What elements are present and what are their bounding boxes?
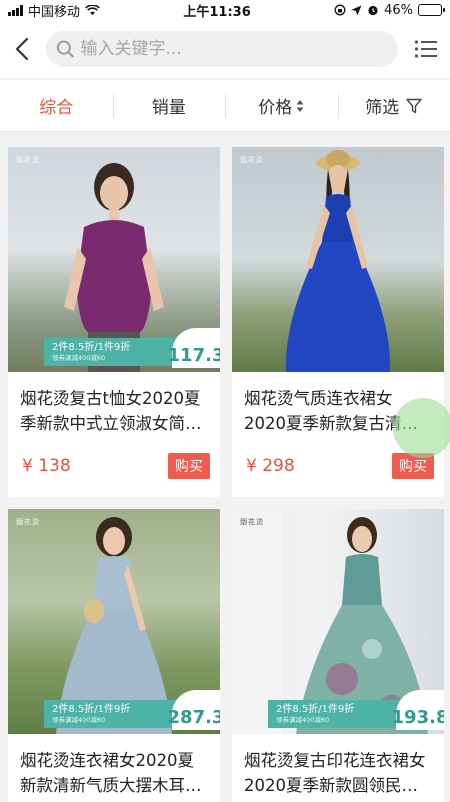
- product-title[interactable]: 烟花烫复古t恤女2020夏季新款中式立领淑女简约…: [8, 372, 220, 438]
- product-card[interactable]: 烟花烫 2件8.5折/1件9折 领券满减400减60 117.3 烟花烫复古t恤…: [8, 147, 220, 497]
- clock: 上午11:36: [183, 4, 251, 20]
- product-image[interactable]: 烟花烫 2件8.5折/1件9折 领券满减400减60 193.8: [232, 509, 444, 734]
- search-input[interactable]: [80, 39, 388, 59]
- product-title[interactable]: 烟花烫连衣裙女2020夏新款清新气质大摆木耳边…: [8, 734, 220, 800]
- status-left: 中国移动: [8, 1, 100, 20]
- sort-tab-label: 价格: [258, 98, 293, 118]
- status-right: 46%: [334, 2, 445, 18]
- sort-tab-sales[interactable]: 销量: [112, 80, 226, 131]
- product-card[interactable]: 烟花烫 2件8.5折/1件9折 领券满减400减60 287.3 烟花烫连衣裙女…: [8, 509, 220, 802]
- image-price-tag: 117.3: [168, 328, 220, 368]
- image-price: 117.3: [167, 345, 220, 366]
- location-arrow-icon: [351, 5, 362, 15]
- product-image[interactable]: 烟花烫 2件8.5折/1件9折 领券满减400减60 117.3: [8, 147, 220, 372]
- search-header: [0, 20, 450, 78]
- product-card[interactable]: 烟花烫 2件8.5折/1件9折 领券满减400减60 193.8 烟花烫复古印花…: [232, 509, 444, 802]
- price-row: ¥ 298 购买: [246, 453, 434, 479]
- image-price-tag: 193.8: [392, 690, 444, 730]
- cellular-signal-icon: [8, 4, 23, 16]
- touch-indicator: [393, 398, 450, 458]
- product-image[interactable]: 烟花烫 2件8.5折/1件9折 领券满减400减60 287.3: [8, 509, 220, 734]
- brand-logo: 烟花烫: [240, 156, 264, 164]
- search-icon: [56, 40, 74, 58]
- product-image[interactable]: 烟花烫: [232, 147, 444, 372]
- battery-percent: 46%: [384, 2, 413, 18]
- image-price: 193.8: [391, 707, 444, 728]
- back-button[interactable]: [10, 32, 34, 66]
- sort-tab-label: 销量: [151, 98, 186, 118]
- sort-tab-price[interactable]: 价格: [225, 80, 338, 131]
- wifi-icon: [85, 4, 100, 15]
- rotation-lock-icon: [334, 4, 346, 16]
- filter-icon: [406, 98, 422, 113]
- sort-tab-comprehensive[interactable]: 综合: [0, 80, 113, 131]
- list-view-button[interactable]: [412, 32, 440, 66]
- product-price: ¥ 298: [246, 456, 295, 476]
- battery-icon: [418, 4, 445, 16]
- buy-button[interactable]: 购买: [168, 453, 210, 479]
- search-bar[interactable]: [46, 31, 398, 67]
- model-figure: [285, 150, 391, 372]
- product-grid: 烟花烫 2件8.5折/1件9折 领券满减400减60 117.3 烟花烫复古t恤…: [8, 147, 444, 802]
- image-price: 287.3: [167, 707, 220, 728]
- carrier-label: 中国移动: [28, 4, 81, 20]
- sort-arrows-icon: [296, 99, 304, 112]
- sort-tab-label: 筛选: [365, 98, 400, 118]
- brand-logo: 烟花烫: [16, 156, 40, 164]
- sort-bar: 综合 销量 价格 筛选: [0, 80, 450, 132]
- status-bar: 中国移动 上午11:36 46%: [0, 0, 450, 20]
- price-row: ¥ 138 购买: [22, 453, 210, 479]
- sort-tab-filter[interactable]: 筛选: [337, 80, 450, 131]
- product-price: ¥ 138: [22, 456, 71, 476]
- product-title[interactable]: 烟花烫复古印花连衣裙女2020夏季新款圆领民族…: [232, 734, 444, 800]
- list-icon: [414, 40, 437, 58]
- sort-tab-label: 综合: [39, 98, 74, 118]
- image-price-tag: 287.3: [168, 690, 220, 730]
- brand-logo: 烟花烫: [16, 518, 40, 526]
- chevron-left-icon: [15, 37, 29, 61]
- alarm-icon: [368, 5, 378, 16]
- brand-logo: 烟花烫: [240, 518, 264, 526]
